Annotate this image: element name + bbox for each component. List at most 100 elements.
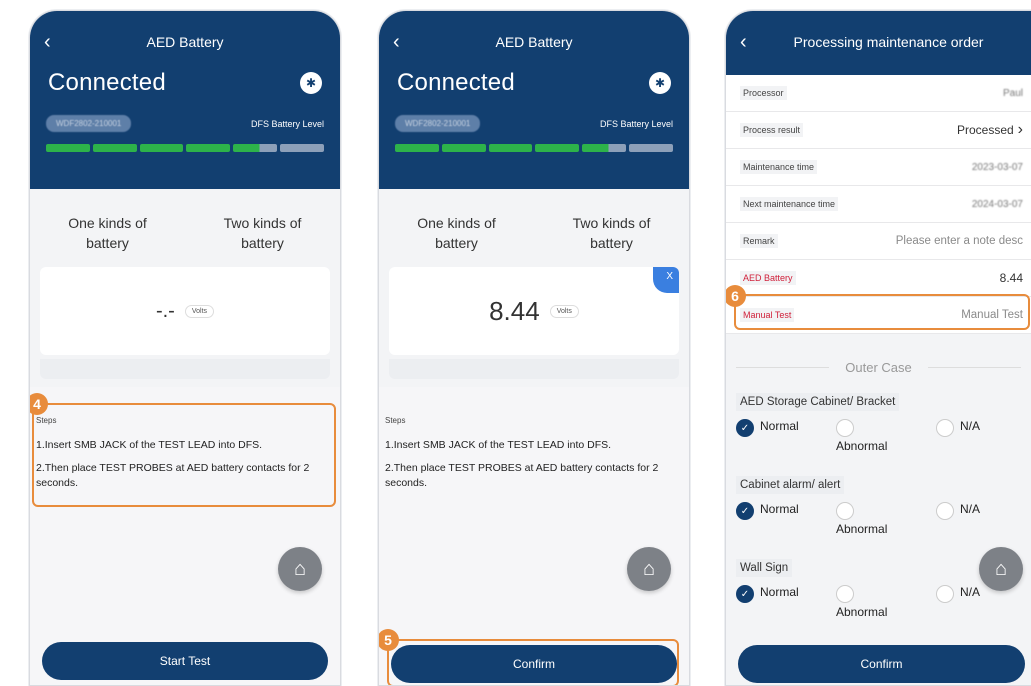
step-2: 2.Then place TEST PROBES at AED battery …: [36, 462, 310, 489]
form-row-manual-test[interactable]: Manual Test Manual Test: [726, 297, 1031, 334]
home-icon[interactable]: ⌂: [979, 547, 1023, 591]
unit-label: Volts: [184, 304, 215, 318]
page-title: Processing maintenance order: [793, 34, 984, 50]
page-title: AED Battery: [146, 34, 224, 50]
confirm-button[interactable]: Confirm: [391, 645, 677, 683]
tab-two-kinds[interactable]: Two kinds of battery: [552, 213, 672, 267]
form-row-process-result[interactable]: Process result Processed ›: [726, 112, 1031, 149]
option-na[interactable]: N/A: [936, 419, 980, 437]
aed-battery-value: 8.44: [999, 271, 1023, 285]
tab-two-kinds[interactable]: Two kinds of battery: [203, 213, 323, 267]
radio-icon: [836, 585, 854, 603]
form-label: AED Battery: [740, 271, 796, 285]
voltage-reading-card: 8.44 Volts X: [389, 267, 679, 355]
start-test-button[interactable]: Start Test: [42, 642, 328, 680]
radio-icon: [836, 419, 854, 437]
check-group-label: Cabinet alarm/ alert: [736, 476, 845, 494]
form-row-maintenance-time[interactable]: Maintenance time 2023-03-07: [726, 149, 1031, 186]
option-label: N/A: [960, 585, 981, 599]
option-label: Abnormal: [836, 439, 888, 453]
callout-number: 5: [379, 629, 399, 651]
form-row-remark[interactable]: Remark Please enter a note desc: [726, 223, 1031, 260]
header: ‹ Processing maintenance order: [726, 11, 1031, 75]
battery-type-tabs: One kinds of battery Two kinds of batter…: [379, 189, 689, 273]
option-na[interactable]: N/A: [936, 585, 980, 603]
step-1: 1.Insert SMB JACK of the TEST LEAD into …: [385, 439, 612, 451]
radio-icon: [936, 585, 954, 603]
steps-title: Steps: [36, 416, 57, 425]
option-normal[interactable]: ✓ Normal: [736, 585, 799, 603]
page-title: AED Battery: [495, 34, 573, 50]
connection-status: Connected: [397, 69, 515, 96]
section-title: Outer Case: [845, 359, 912, 375]
bluetooth-icon[interactable]: ✱: [300, 72, 322, 94]
option-abnormal[interactable]: Abnormal: [836, 502, 887, 536]
steps-instructions: Steps 1.Insert SMB JACK of the TEST LEAD…: [385, 413, 683, 499]
home-icon[interactable]: ⌂: [278, 547, 322, 591]
form-label: Remark: [740, 234, 778, 248]
card-shadow: [389, 359, 679, 379]
next-maintenance-value: 2024-03-07: [971, 198, 1023, 210]
step-1: 1.Insert SMB JACK of the TEST LEAD into …: [36, 439, 263, 451]
option-normal[interactable]: ✓ Normal: [736, 502, 799, 520]
option-label: Abnormal: [836, 522, 888, 536]
remark-input[interactable]: Please enter a note desc: [896, 235, 1023, 247]
maintenance-time-value: 2023-03-07: [971, 161, 1023, 173]
form-row-aed-battery[interactable]: AED Battery 8.44: [726, 260, 1031, 297]
option-label: N/A: [960, 419, 981, 433]
phone-screen-aed-battery-initial: ‹ AED Battery Connected ✱ WDF2802-210001…: [29, 10, 341, 686]
confirm-button[interactable]: Confirm: [738, 645, 1025, 683]
voltage-reading-card: -.- Volts: [40, 267, 330, 355]
option-label: Normal: [760, 585, 799, 599]
tab-one-kind[interactable]: One kinds of battery: [48, 213, 168, 273]
check-group-label: AED Storage Cabinet/ Bracket: [736, 393, 900, 411]
checkmark-icon: ✓: [736, 502, 754, 520]
form-label: Next maintenance time: [740, 197, 839, 211]
header: ‹ AED Battery Connected ✱ WDF2802-210001…: [379, 11, 689, 189]
radio-icon: [936, 502, 954, 520]
maintenance-form: Processor Paul Process result Processed …: [726, 75, 1031, 334]
chevron-right-icon: ›: [1017, 121, 1023, 138]
form-label: Processor: [740, 86, 787, 100]
check-group-label: Wall Sign: [736, 559, 793, 577]
bluetooth-icon[interactable]: ✱: [649, 72, 671, 94]
option-normal[interactable]: ✓ Normal: [736, 419, 799, 437]
radio-icon: [936, 419, 954, 437]
callout-number: 6: [726, 285, 746, 307]
process-result-value: Processed: [956, 123, 1014, 137]
battery-type-tabs: One kinds of battery Two kinds of batter…: [30, 189, 340, 273]
tab-one-kind[interactable]: One kinds of battery: [397, 213, 517, 273]
option-label: Normal: [760, 419, 799, 433]
process-result-value-wrap: Processed ›: [957, 121, 1023, 139]
checkmark-icon: ✓: [736, 585, 754, 603]
form-row-processor: Processor Paul: [726, 75, 1031, 112]
form-row-next-maintenance[interactable]: Next maintenance time 2024-03-07: [726, 186, 1031, 223]
check-group-cabinet: AED Storage Cabinet/ Bracket ✓ Normal Abn…: [726, 392, 1031, 465]
connection-status: Connected: [48, 69, 166, 96]
option-label: Normal: [760, 502, 799, 516]
home-icon[interactable]: ⌂: [627, 547, 671, 591]
option-abnormal[interactable]: Abnormal: [836, 419, 887, 453]
checkmark-icon: ✓: [736, 419, 754, 437]
steps-title: Steps: [385, 416, 406, 425]
option-na[interactable]: N/A: [936, 502, 980, 520]
battery-level-bar: [46, 144, 324, 152]
manual-test-value[interactable]: Manual Test: [961, 309, 1023, 321]
phone-screen-aed-battery-result: ‹ AED Battery Connected ✱ WDF2802-210001…: [378, 10, 690, 686]
battery-level-label: DFS Battery Level: [599, 118, 673, 129]
header: ‹ AED Battery Connected ✱ WDF2802-210001…: [30, 11, 340, 189]
option-abnormal[interactable]: Abnormal: [836, 585, 887, 619]
step-2: 2.Then place TEST PROBES at AED battery …: [385, 462, 659, 489]
steps-instructions: Steps 1.Insert SMB JACK of the TEST LEAD…: [36, 413, 334, 499]
phone-screen-maintenance-order: ‹ Processing maintenance order Processor…: [725, 10, 1031, 686]
check-group-alarm: Cabinet alarm/ alert ✓ Normal Abnormal N/…: [726, 475, 1031, 548]
processor-value: Paul: [1002, 87, 1023, 99]
voltage-value: 8.44: [489, 295, 540, 326]
option-label: N/A: [960, 502, 981, 516]
close-badge-icon[interactable]: X: [653, 267, 679, 293]
card-shadow: [40, 359, 330, 379]
form-label: Manual Test: [740, 308, 795, 322]
unit-label: Volts: [549, 304, 579, 318]
form-label: Maintenance time: [740, 160, 818, 174]
form-label: Process result: [740, 123, 804, 137]
